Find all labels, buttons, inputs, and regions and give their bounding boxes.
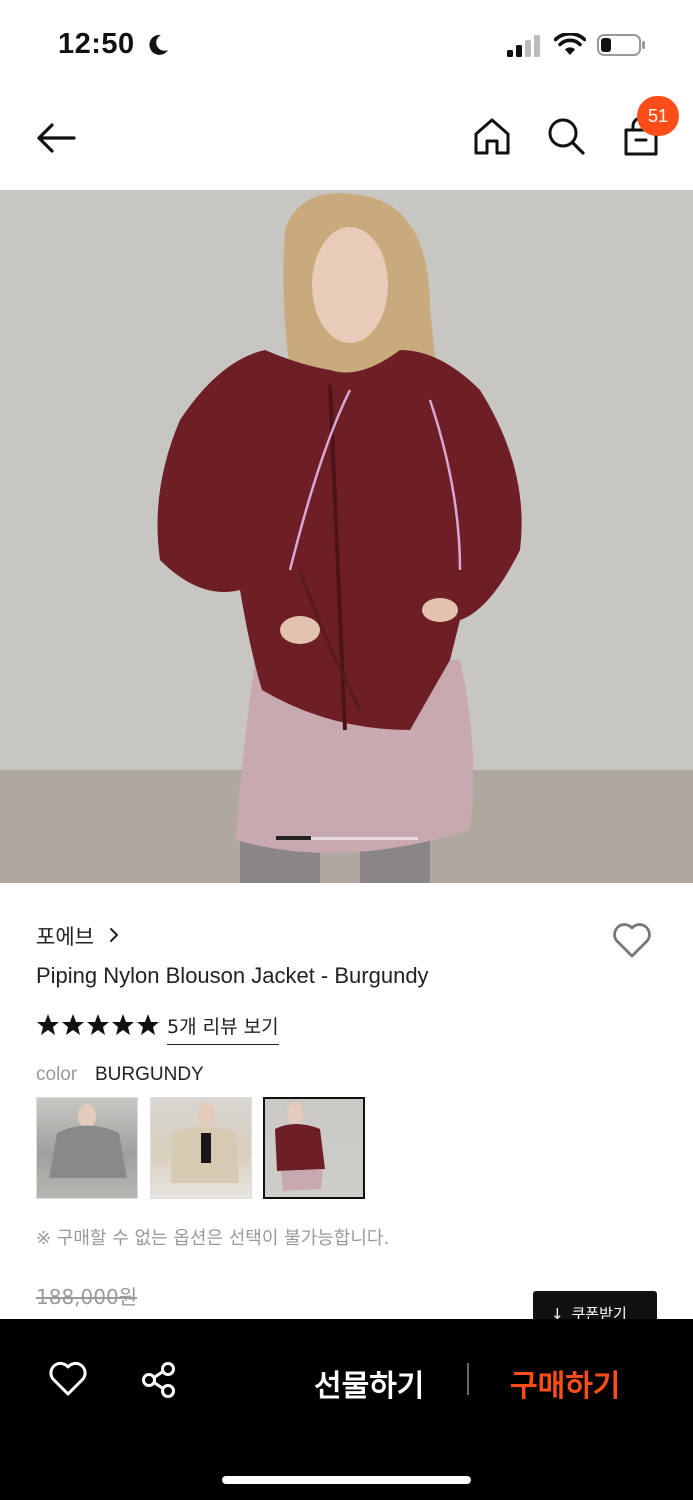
color-option-beige[interactable]: [150, 1097, 252, 1199]
wishlist-heart-icon[interactable]: [610, 918, 654, 962]
chevron-right-icon[interactable]: [108, 926, 120, 944]
product-image[interactable]: [0, 190, 693, 883]
star-icon: [87, 1014, 109, 1035]
status-time: 12:50: [58, 28, 135, 60]
status-bar: 12:50: [0, 0, 693, 90]
buy-button[interactable]: 구매하기: [510, 1361, 620, 1405]
image-pager-active: [276, 836, 311, 840]
share-icon[interactable]: [140, 1361, 178, 1399]
swatch-beige-illustration: [171, 1102, 239, 1183]
review-link[interactable]: 5개 리뷰 보기: [167, 1012, 279, 1045]
action-divider: [467, 1363, 469, 1395]
color-label: color: [36, 1064, 78, 1085]
moon-icon: [149, 34, 168, 55]
heart-icon[interactable]: [48, 1361, 88, 1397]
home-icon[interactable]: [472, 116, 512, 156]
search-icon[interactable]: [546, 116, 586, 156]
bottom-action-bar: 선물하기 구매하기: [0, 1319, 693, 1500]
product-title: Piping Nylon Blouson Jacket - Burgundy: [36, 963, 429, 988]
star-icon: [112, 1014, 134, 1035]
swatch-grey-illustration: [49, 1104, 127, 1178]
color-option-grey[interactable]: [36, 1097, 138, 1199]
home-indicator: [222, 1476, 471, 1484]
star-icon: [62, 1014, 84, 1035]
product-photo-illustration: [0, 190, 693, 883]
star-icon: [137, 1014, 159, 1035]
gift-button[interactable]: 선물하기: [314, 1361, 424, 1405]
back-arrow-icon[interactable]: [34, 118, 80, 158]
color-option-burgundy[interactable]: [263, 1097, 365, 1199]
original-price: 188,000원: [36, 1285, 138, 1309]
wifi-icon: [554, 33, 586, 55]
option-notice: ※ 구매할 수 없는 옵션은 선택이 불가능합니다.: [36, 1228, 390, 1249]
battery-icon: [597, 34, 645, 56]
cart-count-badge: 51: [637, 96, 679, 136]
rating-stars: [37, 1014, 159, 1035]
star-icon: [37, 1014, 59, 1035]
color-value: BURGUNDY: [95, 1064, 204, 1085]
signal-icon: [507, 35, 540, 57]
nav-bar: [0, 90, 693, 190]
swatch-burgundy-illustration: [275, 1102, 325, 1191]
brand-link[interactable]: 포에브: [36, 921, 94, 951]
